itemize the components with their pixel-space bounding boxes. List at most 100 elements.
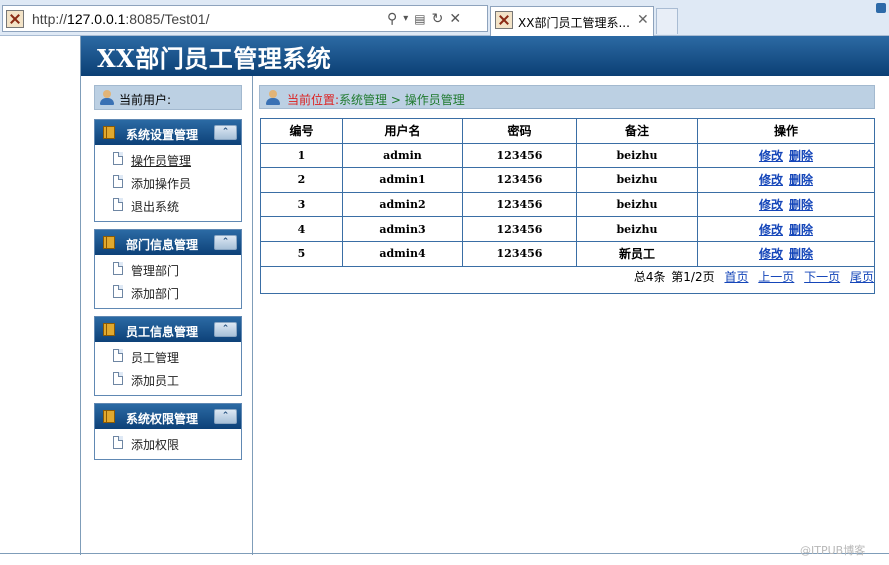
document-icon [113,152,123,165]
dropdown-arrow-icon[interactable]: ▾ [403,9,408,29]
address-url[interactable]: http://127.0.0.1:8085/Test01/ [32,11,209,27]
delete-link[interactable]: 删除 [789,149,813,163]
document-icon [113,349,123,362]
cell-password: 123456 [462,142,577,169]
panel-header[interactable]: 员工信息管理 ⌃ [95,317,241,342]
breadcrumb: 当前位置:系统管理 > 操作员管理 [259,85,875,109]
page-title: XX部门员工管理系统 [97,44,332,73]
cell-id: 1 [260,142,343,169]
sidebar-item-manage-employee[interactable]: 员工管理 [95,345,241,368]
collapse-button[interactable]: ⌃ [214,235,237,250]
edit-link[interactable]: 修改 [759,198,783,212]
user-icon [266,90,280,105]
table-header-row: 编号 用户名 密码 备注 操作 [260,118,875,144]
sidebar-item-add-employee[interactable]: 添加员工 [95,368,241,391]
table-row: 1 admin 123456 beizhu 修改 删除 [260,142,875,169]
delete-link[interactable]: 删除 [789,247,813,261]
next-page-link[interactable]: 下一页 [804,270,840,284]
edit-link[interactable]: 修改 [759,247,783,261]
sidebar-item-label[interactable]: 退出系统 [131,198,179,215]
stop-icon[interactable]: ✕ [449,9,461,29]
book-icon [103,236,115,249]
book-icon [103,323,115,336]
document-icon [113,175,123,188]
panel-department: 部门信息管理 ⌃ 管理部门 添加部门 [94,229,242,309]
watermark: @ITPUB博客 [800,544,866,557]
cell-remark: beizhu [576,142,698,169]
total-count: 总4条 [633,270,666,284]
url-host: 127.0.0.1 [67,11,126,27]
sidebar-item-label[interactable]: 添加部门 [131,285,179,302]
delete-link[interactable]: 删除 [789,173,813,187]
cell-id: 2 [260,167,343,193]
panel-employee: 员工信息管理 ⌃ 员工管理 添加员工 [94,316,242,396]
compat-view-icon[interactable]: ▤ [414,9,425,29]
document-icon [113,285,123,298]
sidebar-item-add-department[interactable]: 添加部门 [95,281,241,304]
sidebar-item-label[interactable]: 管理部门 [131,262,179,279]
panel-header[interactable]: 系统设置管理 ⌃ [95,120,241,145]
search-icon[interactable]: ⚲ [387,9,397,29]
edit-link[interactable]: 修改 [759,173,783,187]
collapse-button[interactable]: ⌃ [214,409,237,424]
column-header-remark: 备注 [576,118,698,144]
page-indicator: 第1/2页 [671,270,715,284]
cell-password: 123456 [462,240,577,267]
book-icon [103,410,115,423]
collapse-button[interactable]: ⌃ [214,125,237,140]
cell-id: 5 [260,240,343,267]
document-icon [113,436,123,449]
pagination: 总4条 第1/2页 首页 上一页 下一页 尾页 [632,268,874,285]
column-header-actions: 操作 [697,118,875,144]
sidebar-item-add-operator[interactable]: 添加操作员 [95,171,241,194]
sidebar-item-logout[interactable]: 退出系统 [95,194,241,217]
panel-title: 系统设置管理 [126,128,199,142]
edit-link[interactable]: 修改 [759,223,783,237]
sidebar-item-label[interactable]: 添加员工 [131,372,179,389]
document-icon [113,262,123,275]
sidebar-item-label[interactable]: 添加操作员 [131,175,191,192]
document-icon [113,198,123,211]
sidebar-item-operator-manage[interactable]: 操作员管理 [95,148,241,171]
operator-table: 编号 用户名 密码 备注 操作 1 admin 123456 beizhu 修改… [260,118,875,267]
first-page-link[interactable]: 首页 [724,270,748,284]
refresh-icon[interactable]: ↻ [432,9,444,29]
operator-table-container: 编号 用户名 密码 备注 操作 1 admin 123456 beizhu 修改… [260,118,875,294]
table-row: 5 admin4 123456 新员工 修改 删除 [260,240,875,267]
address-bar[interactable]: http://127.0.0.1:8085/Test01/ ⚲ ▾ ▤ ↻ ✕ [2,5,488,32]
sidebar-item-manage-department[interactable]: 管理部门 [95,258,241,281]
panel-system-settings: 系统设置管理 ⌃ 操作员管理 添加操作员 退出系统 [94,119,242,222]
cell-actions: 修改 删除 [697,167,875,193]
prev-page-link[interactable]: 上一页 [758,270,794,284]
cell-password: 123456 [462,191,577,218]
sidebar-item-add-permission[interactable]: 添加权限 [95,432,241,455]
tab-close-icon[interactable]: ✕ [637,12,649,28]
cell-username: admin4 [342,240,463,267]
cell-username: admin1 [342,167,463,193]
tab-favicon-icon [495,11,513,29]
panel-header[interactable]: 部门信息管理 ⌃ [95,230,241,255]
cell-actions: 修改 删除 [697,216,875,242]
browser-tab[interactable]: XX部门员工管理系... ✕ [490,6,654,36]
sidebar-item-label[interactable]: 员工管理 [131,349,179,366]
sidebar-item-label[interactable]: 操作员管理 [131,152,191,169]
cell-username: admin3 [342,216,463,242]
sidebar-item-label[interactable]: 添加权限 [131,436,179,453]
new-tab-button[interactable] [656,8,678,34]
collapse-button[interactable]: ⌃ [214,322,237,337]
cell-remark: 新员工 [576,240,698,267]
panel-header[interactable]: 系统权限管理 ⌃ [95,404,241,429]
delete-link[interactable]: 删除 [789,223,813,237]
cell-remark: beizhu [576,167,698,193]
edit-link[interactable]: 修改 [759,149,783,163]
panel-title: 系统权限管理 [126,412,199,426]
table-row: 2 admin1 123456 beizhu 修改 删除 [260,167,875,193]
sidebar: 当前用户: 系统设置管理 ⌃ 操作员管理 添加操作员 退出系统 部门信息管理 ⌃… [81,76,253,555]
cell-id: 4 [260,216,343,242]
window-corner-icon [876,3,886,13]
column-header-username: 用户名 [342,118,463,144]
last-page-link[interactable]: 尾页 [850,270,874,284]
app-header: XX部门员工管理系统 [81,36,889,76]
delete-link[interactable]: 删除 [789,198,813,212]
cell-id: 3 [260,191,343,218]
